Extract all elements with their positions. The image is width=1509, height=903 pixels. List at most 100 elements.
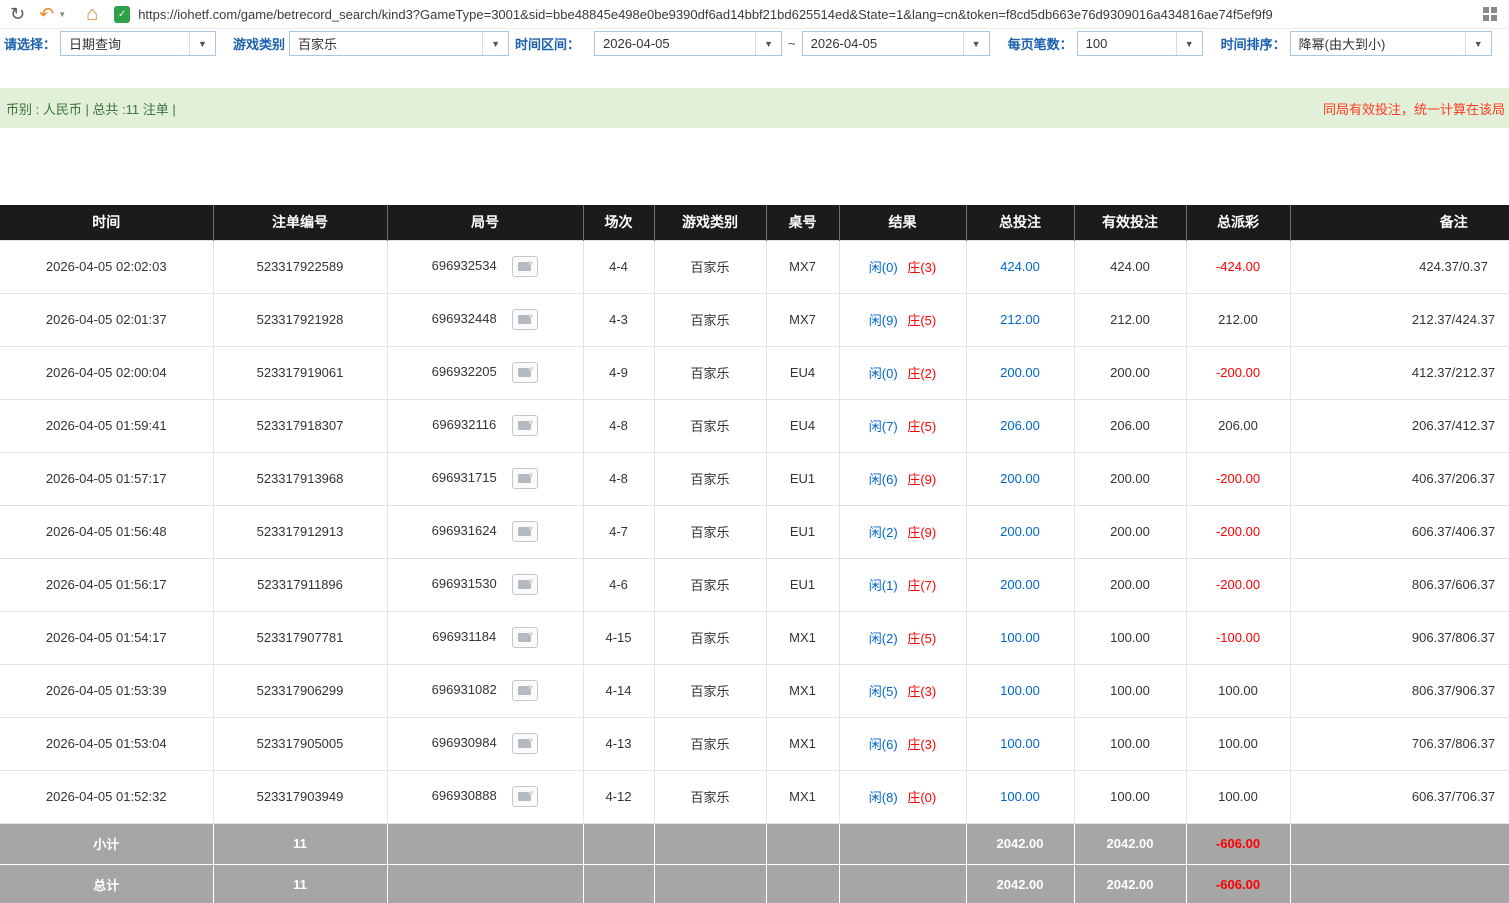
total-bet-link[interactable]: 424.00 bbox=[1000, 259, 1040, 274]
session-cell: 4-8 bbox=[583, 452, 654, 505]
undo-icon[interactable]: ↶ bbox=[39, 4, 54, 25]
result-cell: 闲(2) 庄(9) bbox=[839, 505, 966, 558]
bet-id-cell: 523317907781 bbox=[213, 611, 387, 664]
subtotal-payout: -606.00 bbox=[1186, 823, 1290, 864]
valid-bet-cell: 100.00 bbox=[1074, 611, 1186, 664]
total-bet-cell: 212.00 bbox=[966, 293, 1074, 346]
bet-id-cell: 523317912913 bbox=[213, 505, 387, 558]
total-bet-link[interactable]: 200.00 bbox=[1000, 365, 1040, 380]
time-cell: 2026-04-05 01:53:04 bbox=[0, 717, 213, 770]
chevron-down-icon[interactable]: ▼ bbox=[1465, 32, 1491, 55]
chevron-down-icon[interactable]: ▼ bbox=[963, 32, 989, 55]
result-player: 闲(2) bbox=[869, 631, 898, 646]
grand-total-row: 总计 11 2042.00 2042.00 -606.00 bbox=[0, 864, 1509, 903]
note-cell: 406.37/206.37 bbox=[1290, 452, 1509, 505]
total-bet-link[interactable]: 206.00 bbox=[1000, 418, 1040, 433]
round-detail-icon[interactable] bbox=[512, 627, 538, 648]
col-game-type: 游戏类别 bbox=[654, 205, 766, 240]
result-banker: 庄(5) bbox=[907, 631, 936, 646]
payout-cell: -200.00 bbox=[1186, 452, 1290, 505]
chevron-down-icon[interactable]: ▼ bbox=[189, 32, 215, 55]
round-detail-icon[interactable] bbox=[512, 733, 538, 754]
round-detail-icon[interactable] bbox=[512, 256, 538, 277]
round-id: 696930984 bbox=[432, 735, 497, 750]
session-cell: 4-3 bbox=[583, 293, 654, 346]
round-detail-icon[interactable] bbox=[512, 680, 538, 701]
total-bet-cell: 200.00 bbox=[966, 558, 1074, 611]
date-from-dropdown[interactable]: 2026-04-05 ▼ bbox=[594, 31, 782, 56]
session-cell: 4-13 bbox=[583, 717, 654, 770]
chevron-down-icon[interactable]: ▼ bbox=[1176, 32, 1202, 55]
reload-icon[interactable]: ↻ bbox=[10, 4, 25, 25]
address-bar[interactable]: https://iohetf.com/game/betrecord_search… bbox=[138, 7, 1475, 22]
round-detail-icon[interactable] bbox=[512, 415, 538, 436]
valid-bet-notice-text: 同局有效投注，统一计算在该局 bbox=[1323, 99, 1505, 118]
table-no-cell: MX1 bbox=[766, 611, 839, 664]
table-row: 2026-04-05 01:56:48 523317912913 6969316… bbox=[0, 505, 1509, 558]
result-banker: 庄(3) bbox=[907, 737, 936, 752]
note-cell: 706.37/806.37 bbox=[1290, 717, 1509, 770]
date-from-value: 2026-04-05 bbox=[595, 32, 755, 55]
chevron-down-icon[interactable]: ▼ bbox=[755, 32, 781, 55]
time-cell: 2026-04-05 01:53:39 bbox=[0, 664, 213, 717]
total-bet-link[interactable]: 100.00 bbox=[1000, 736, 1040, 751]
round-detail-icon[interactable] bbox=[512, 521, 538, 542]
sort-order-dropdown[interactable]: 降幂(由大到小) ▼ bbox=[1290, 31, 1492, 56]
date-to-value: 2026-04-05 bbox=[803, 32, 963, 55]
bet-id-cell: 523317918307 bbox=[213, 399, 387, 452]
total-bet-link[interactable]: 200.00 bbox=[1000, 577, 1040, 592]
filter-bar: 请选择： 日期查询 ▼ 游戏类别 百家乐 ▼ 时间区间： 2026-04-05 … bbox=[0, 29, 1509, 58]
page-size-dropdown[interactable]: 100 ▼ bbox=[1077, 31, 1203, 56]
session-cell: 4-9 bbox=[583, 346, 654, 399]
select-type-dropdown[interactable]: 日期查询 ▼ bbox=[60, 31, 216, 56]
total-bet-link[interactable]: 212.00 bbox=[1000, 312, 1040, 327]
valid-bet-cell: 212.00 bbox=[1074, 293, 1186, 346]
result-banker: 庄(9) bbox=[907, 525, 936, 540]
chevron-down-icon[interactable]: ▼ bbox=[482, 32, 508, 55]
note-cell: 206.37/412.37 bbox=[1290, 399, 1509, 452]
browser-extension-icon[interactable] bbox=[1483, 7, 1499, 21]
bet-id-cell: 523317913968 bbox=[213, 452, 387, 505]
valid-bet-cell: 200.00 bbox=[1074, 346, 1186, 399]
result-player: 闲(1) bbox=[869, 578, 898, 593]
result-banker: 庄(5) bbox=[907, 419, 936, 434]
round-detail-icon[interactable] bbox=[512, 309, 538, 330]
payout-cell: -424.00 bbox=[1186, 240, 1290, 293]
time-cell: 2026-04-05 01:54:17 bbox=[0, 611, 213, 664]
home-icon[interactable]: ⌂ bbox=[86, 3, 98, 26]
col-total-bet: 总投注 bbox=[966, 205, 1074, 240]
table-row: 2026-04-05 02:01:37 523317921928 6969324… bbox=[0, 293, 1509, 346]
round-detail-icon[interactable] bbox=[512, 786, 538, 807]
game-type-dropdown[interactable]: 百家乐 ▼ bbox=[289, 31, 509, 56]
page-size-value: 100 bbox=[1078, 32, 1176, 55]
date-to-dropdown[interactable]: 2026-04-05 ▼ bbox=[802, 31, 990, 56]
round-detail-icon[interactable] bbox=[512, 468, 538, 489]
total-bet-link[interactable]: 100.00 bbox=[1000, 630, 1040, 645]
result-player: 闲(0) bbox=[869, 366, 898, 381]
round-id: 696932116 bbox=[432, 417, 496, 432]
result-cell: 闲(6) 庄(9) bbox=[839, 452, 966, 505]
payout-cell: -100.00 bbox=[1186, 611, 1290, 664]
round-detail-icon[interactable] bbox=[512, 362, 538, 383]
result-cell: 闲(6) 庄(3) bbox=[839, 717, 966, 770]
col-bet-id: 注单编号 bbox=[213, 205, 387, 240]
payout-cell: 100.00 bbox=[1186, 717, 1290, 770]
total-bet-link[interactable]: 200.00 bbox=[1000, 471, 1040, 486]
result-cell: 闲(1) 庄(7) bbox=[839, 558, 966, 611]
total-bet-link[interactable]: 100.00 bbox=[1000, 683, 1040, 698]
subtotal-valid-bet: 2042.00 bbox=[1074, 823, 1186, 864]
subtotal-row: 小计 11 2042.00 2042.00 -606.00 bbox=[0, 823, 1509, 864]
round-detail-icon[interactable] bbox=[512, 574, 538, 595]
undo-history-caret-icon[interactable]: ▼ bbox=[58, 10, 66, 19]
bet-records-table-wrap: 时间 注单编号 局号 场次 游戏类别 桌号 结果 总投注 有效投注 总派彩 备注… bbox=[0, 205, 1509, 903]
bet-id-cell: 523317903949 bbox=[213, 770, 387, 823]
subtotal-label: 小计 bbox=[0, 823, 213, 864]
total-bet-link[interactable]: 200.00 bbox=[1000, 524, 1040, 539]
table-no-cell: EU1 bbox=[766, 558, 839, 611]
valid-bet-cell: 100.00 bbox=[1074, 717, 1186, 770]
result-player: 闲(6) bbox=[869, 737, 898, 752]
payout-cell: -200.00 bbox=[1186, 346, 1290, 399]
security-shield-icon[interactable]: ✓ bbox=[114, 6, 130, 23]
grand-total-total-bet: 2042.00 bbox=[966, 864, 1074, 903]
total-bet-link[interactable]: 100.00 bbox=[1000, 789, 1040, 804]
